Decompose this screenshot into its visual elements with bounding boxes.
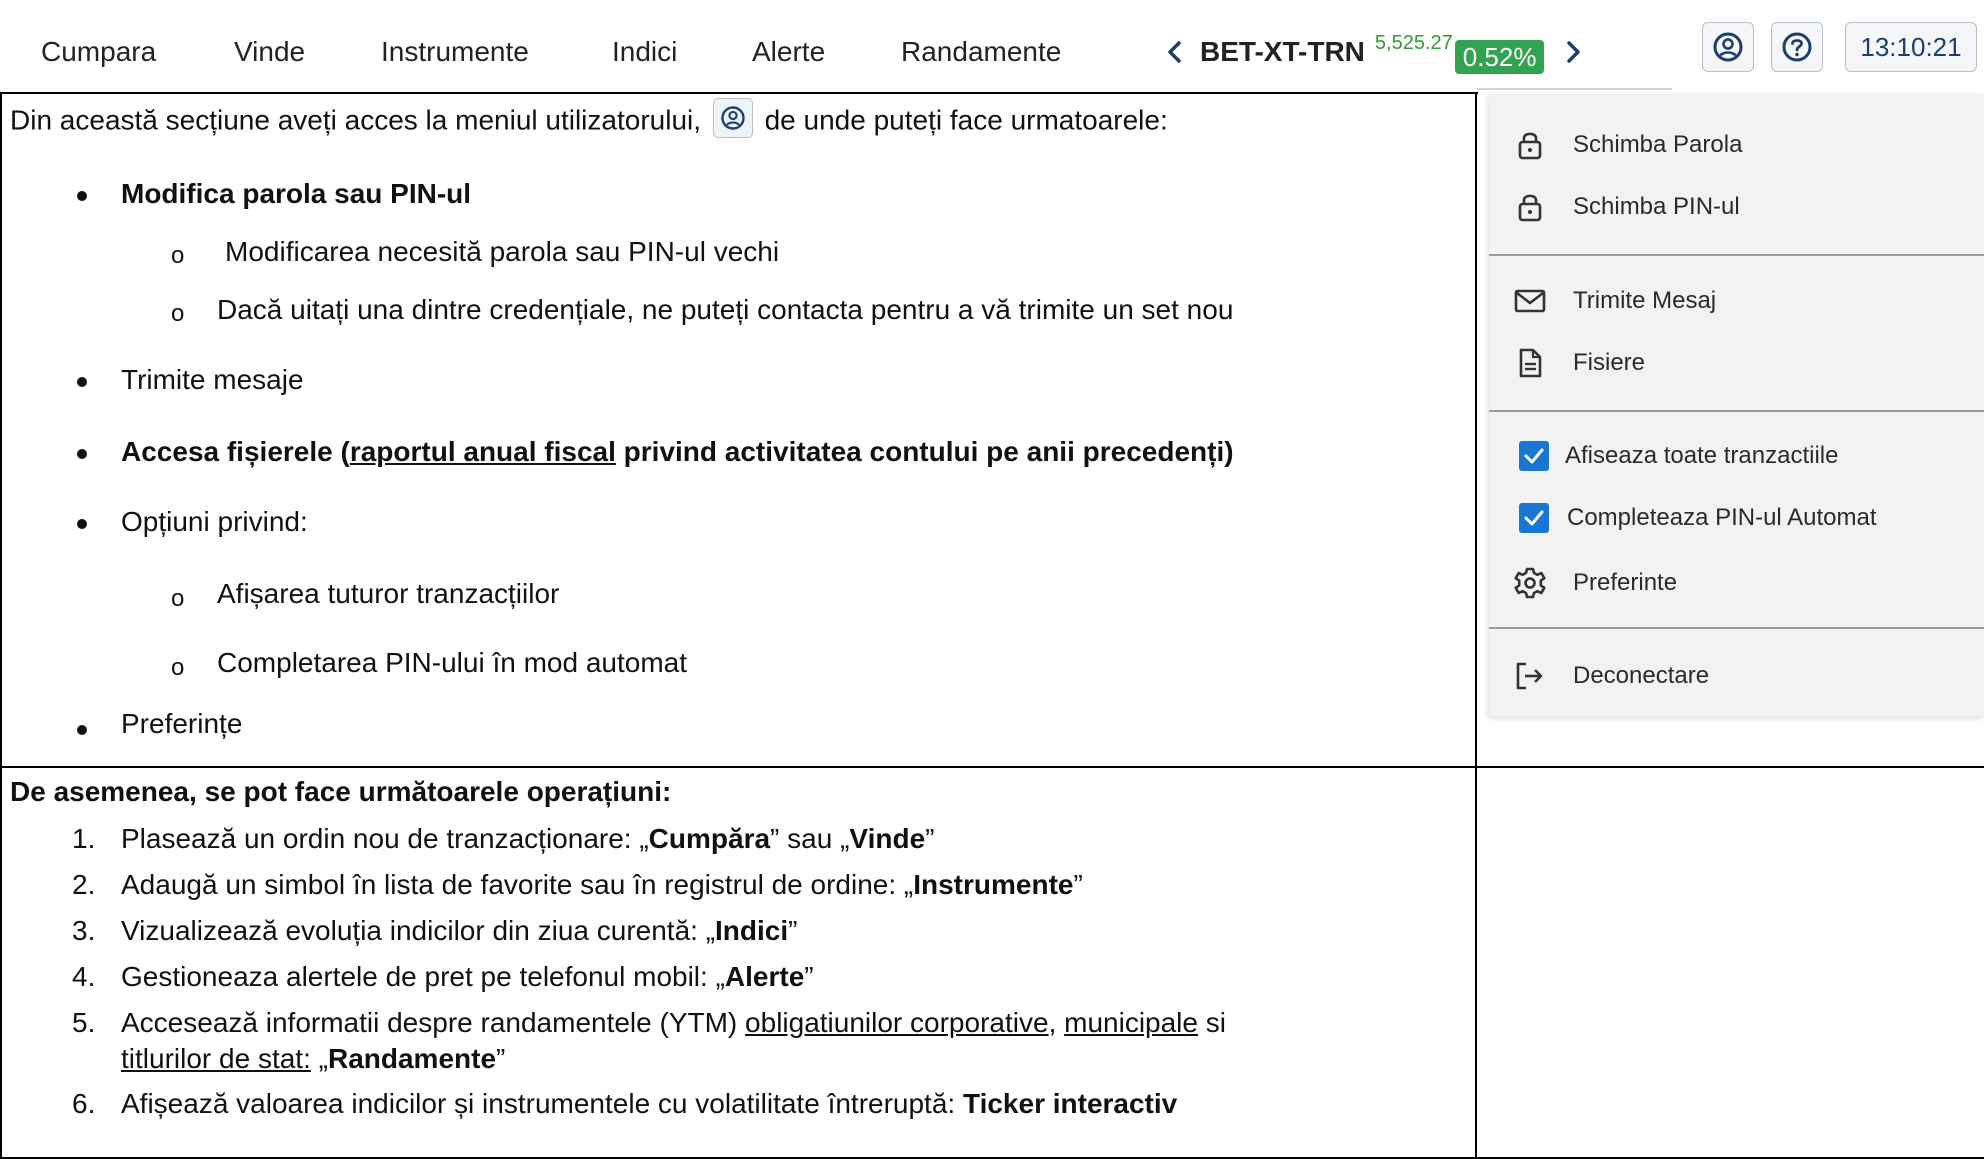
menu-item-files[interactable]: Fisiere (1489, 337, 1984, 389)
list-item-yields-line2: titlurilor de stat: „Randamente” (121, 1043, 506, 1074)
ticker: BET-XT-TRN 5,525.27 0.52% (1160, 32, 1588, 74)
fiscal-report-link[interactable]: raportul anual fiscal (350, 436, 616, 467)
list-number: 2. (72, 869, 96, 900)
nav-vinde[interactable]: Vinde (234, 36, 305, 68)
mail-icon (1513, 284, 1547, 318)
lock-icon (1513, 128, 1547, 162)
menu-item-change-password[interactable]: Schimba Parola (1489, 119, 1984, 171)
table-column-divider (1475, 92, 1477, 1159)
bullet-dot (77, 725, 87, 735)
list-item-add-symbol: Adaugă un simbol în lista de favorite sa… (121, 869, 1083, 900)
inline-user-icon (712, 98, 753, 138)
municipal-bonds-link[interactable]: municipale (1064, 1007, 1198, 1038)
user-menu-button[interactable] (1702, 22, 1754, 72)
menu-item-auto-pin[interactable]: Completeaza PIN-ul Automat (1489, 492, 1984, 544)
bullet-send-messages: Trimite mesaje (121, 364, 304, 395)
help-circle-icon (1782, 32, 1812, 62)
table-left-border (0, 92, 2, 1159)
ticker-value: 5,525.27 (1374, 32, 1453, 54)
file-icon (1513, 346, 1547, 380)
sub-bullet-glyph: o (171, 585, 185, 612)
menu-item-preferences[interactable]: Preferinte (1489, 557, 1984, 609)
sub-bullet-forgot-credentials: Dacă uitați una dintre credențiale, ne p… (217, 294, 1234, 325)
sub-bullet-glyph: o (171, 242, 185, 269)
list-item-ticker: Afișează valoarea indicilor și instrumen… (121, 1088, 1178, 1119)
menu-divider (1489, 254, 1984, 256)
menu-item-send-message[interactable]: Trimite Mesaj (1489, 275, 1984, 327)
table-row-divider (0, 766, 1984, 768)
bullet-dot (77, 519, 87, 529)
sub-bullet-auto-pin: Completarea PIN-ului în mod automat (217, 647, 687, 678)
user-dropdown-menu: Schimba Parola Schimba PIN-ul Trimite Me… (1489, 94, 1984, 716)
corporate-bonds-link[interactable]: obligatiunilor corporative (745, 1007, 1049, 1038)
sub-bullet-show-transactions: Afișarea tuturor tranzacțiilor (217, 578, 560, 609)
section1-intro: Din această secțiune aveți acces la meni… (10, 98, 1168, 142)
sub-bullet-old-credentials: Modificarea necesită parola sau PIN-ul v… (225, 236, 780, 267)
nav-cumpara[interactable]: Cumpara (41, 36, 156, 68)
checkbox-checked-icon[interactable] (1519, 503, 1549, 533)
gear-icon (1513, 566, 1547, 600)
bullet-preferences: Preferințe (121, 708, 243, 739)
list-number: 1. (72, 823, 96, 854)
nav-indici[interactable]: Indici (612, 36, 677, 68)
government-bonds-link[interactable]: titlurilor de stat: (121, 1043, 311, 1074)
checkbox-checked-icon[interactable] (1519, 441, 1549, 471)
bullet-dot (77, 191, 87, 201)
nav-instrumente[interactable]: Instrumente (381, 36, 529, 68)
list-item-manage-alerts: Gestioneaza alertele de pret pe telefonu… (121, 961, 814, 992)
bullet-access-files: Accesa fișierele (raportul anual fiscal … (121, 436, 1234, 467)
user-circle-icon (721, 106, 745, 130)
list-item-place-order: Plasează un ordin nou de tranzacționare:… (121, 823, 935, 854)
user-circle-icon (1713, 32, 1743, 62)
lock-icon (1513, 190, 1547, 224)
list-number: 6. (72, 1088, 96, 1119)
logout-icon (1513, 659, 1547, 693)
bullet-modify-password: Modifica parola sau PIN-ul (121, 178, 472, 209)
list-number: 3. (72, 915, 96, 946)
bullet-options: Opțiuni privind: (121, 506, 308, 537)
ticker-symbol[interactable]: BET-XT-TRN (1200, 36, 1365, 68)
topbar-divider (1477, 88, 1672, 90)
help-button[interactable] (1771, 22, 1823, 72)
menu-divider (1489, 627, 1984, 629)
nav-randamente[interactable]: Randamente (901, 36, 1061, 68)
sub-bullet-glyph: o (171, 300, 185, 327)
list-item-view-indices: Vizualizează evoluția indicilor din ziua… (121, 915, 798, 946)
list-number: 5. (72, 1007, 96, 1038)
section2-heading: De asemenea, se pot face următoarele ope… (10, 776, 672, 807)
menu-item-change-pin[interactable]: Schimba PIN-ul (1489, 181, 1984, 233)
table-top-border (0, 92, 1478, 94)
top-navigation-bar: Cumpara Vinde Instrumente Indici Alerte … (0, 0, 1984, 94)
menu-item-show-all-transactions[interactable]: Afiseaza toate tranzactiile (1489, 430, 1984, 482)
intro-text-after: de unde puteți face urmatoarele: (764, 104, 1168, 136)
chevron-left-icon[interactable] (1160, 34, 1190, 70)
chevron-right-icon[interactable] (1558, 34, 1588, 70)
sub-bullet-glyph: o (171, 654, 185, 681)
list-number: 4. (72, 961, 96, 992)
menu-item-logout[interactable]: Deconectare (1489, 650, 1984, 702)
bullet-dot (77, 449, 87, 459)
clock-display: 13:10:21 (1845, 22, 1977, 72)
clock-text: 13:10:21 (1860, 31, 1962, 62)
menu-divider (1489, 410, 1984, 412)
intro-text-before: Din această secțiune aveți acces la meni… (10, 104, 702, 136)
list-item-yields-line1: Accesează informatii despre randamentele… (121, 1007, 1226, 1038)
ticker-change-badge: 0.52% (1454, 40, 1545, 74)
bullet-dot (77, 377, 87, 387)
nav-alerte[interactable]: Alerte (752, 36, 825, 68)
